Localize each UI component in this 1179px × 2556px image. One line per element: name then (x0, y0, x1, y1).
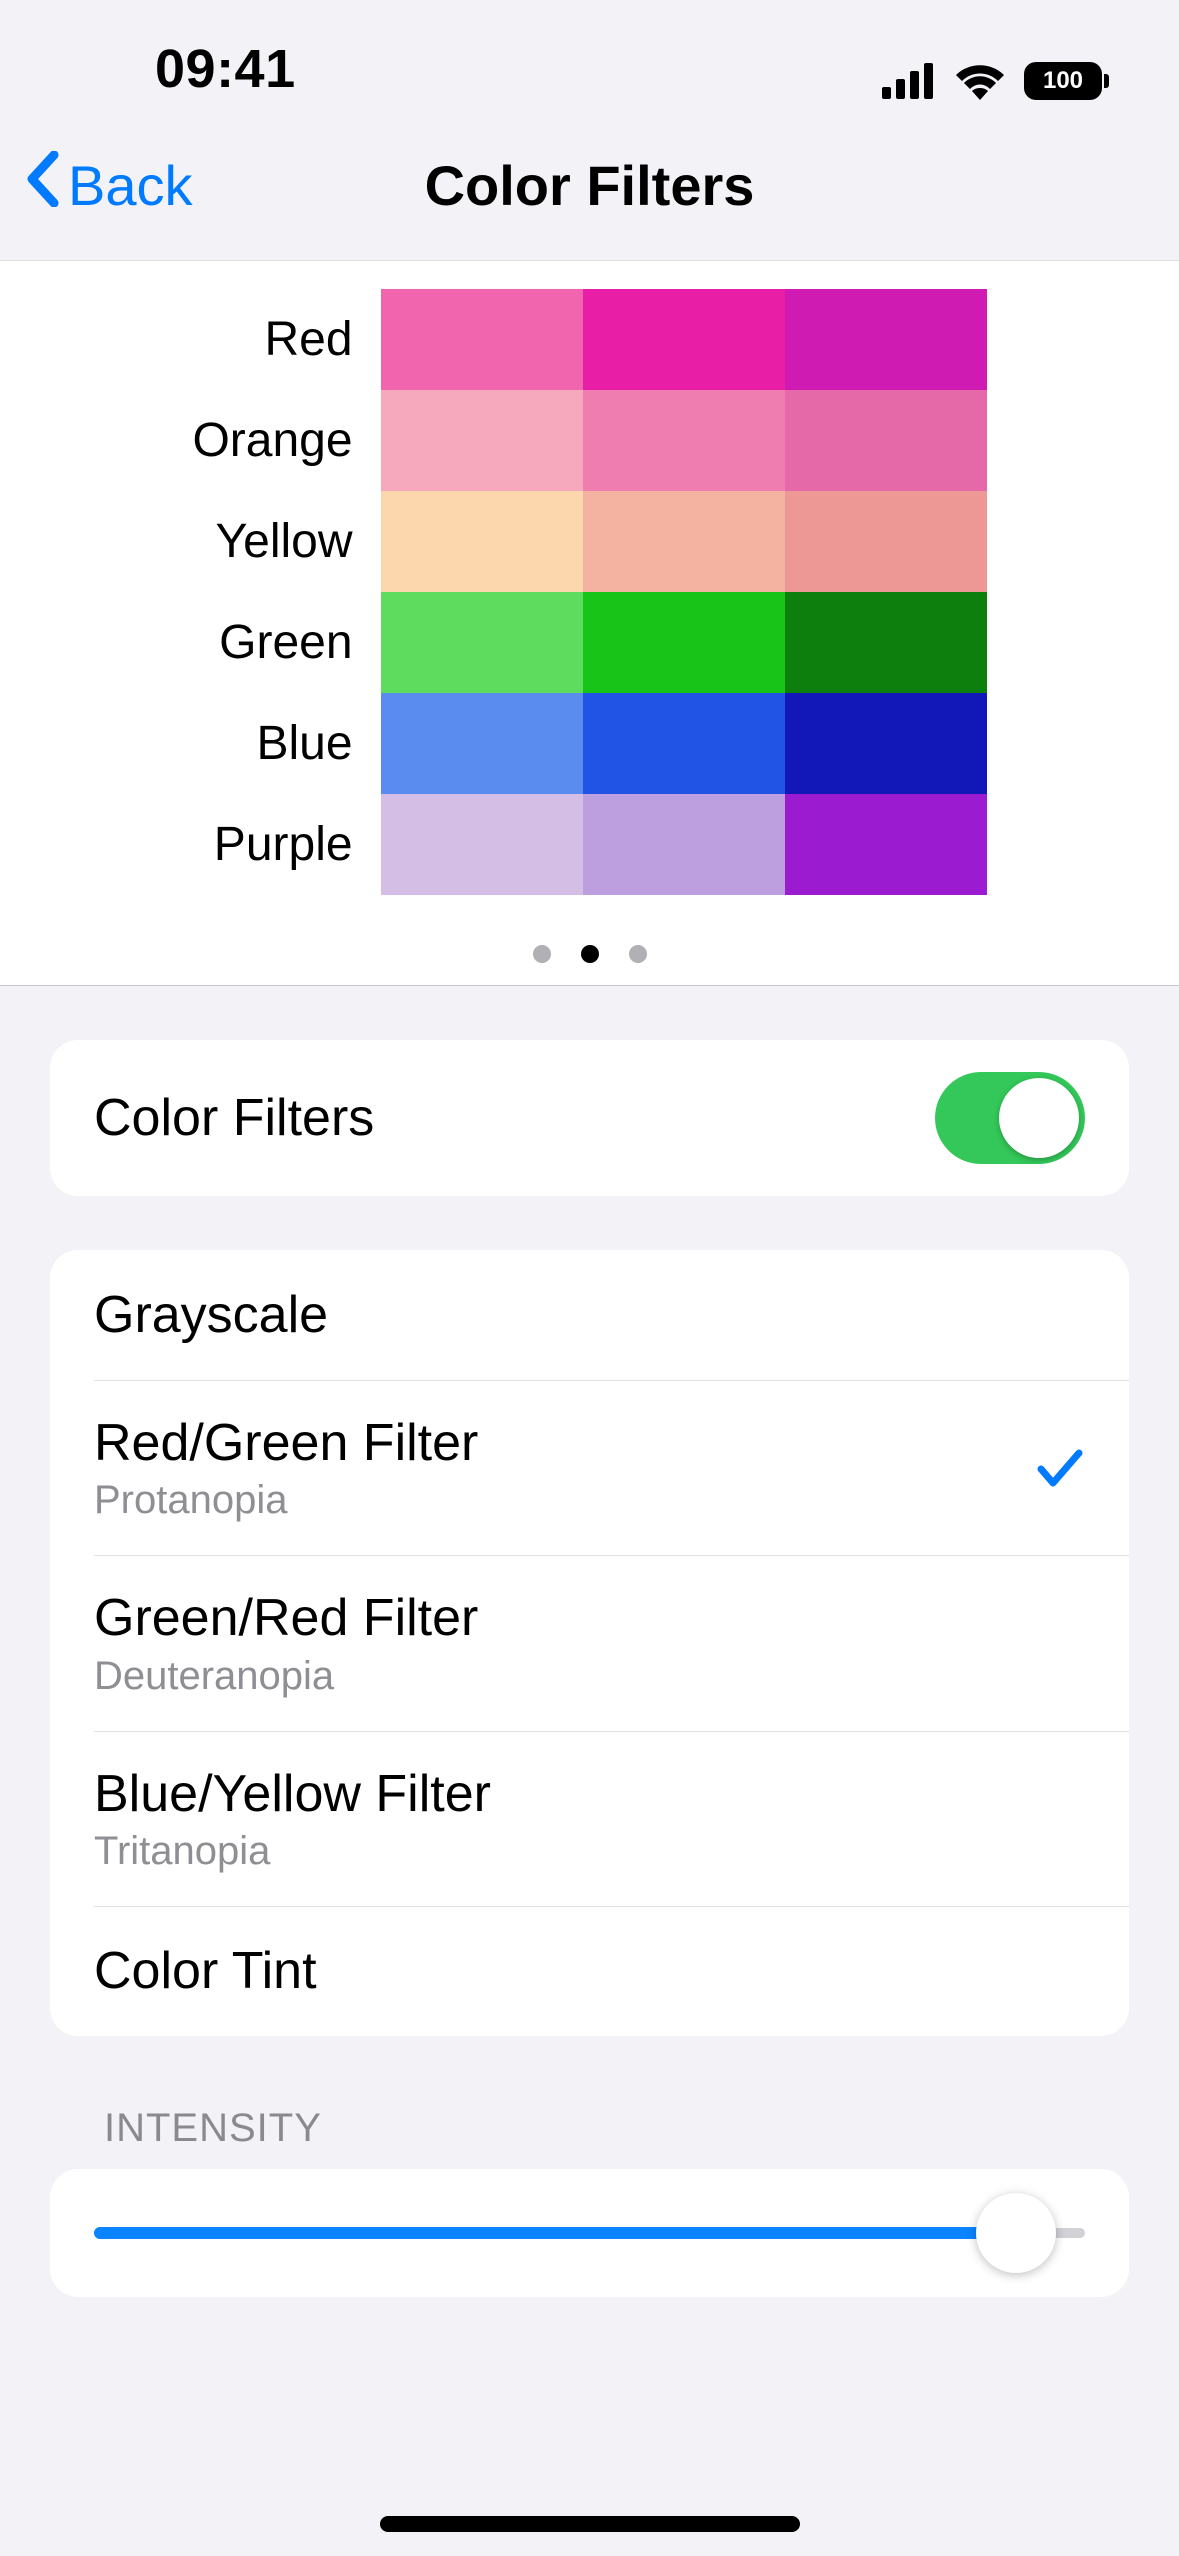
filter-option-title: Blue/Yellow Filter (94, 1763, 1085, 1825)
color-row-label: Purple (192, 794, 352, 895)
color-row-label: Blue (192, 693, 352, 794)
filter-option-subtitle: Protanopia (94, 1478, 1035, 1523)
page-dot[interactable] (533, 945, 551, 963)
color-filters-toggle-group: Color Filters (50, 1040, 1129, 1196)
filter-option[interactable]: Red/Green FilterProtanopia (50, 1380, 1129, 1555)
color-filters-toggle-row: Color Filters (50, 1040, 1129, 1196)
filter-option[interactable]: Grayscale (50, 1250, 1129, 1380)
color-swatch (381, 693, 583, 794)
chevron-left-icon (24, 151, 60, 220)
color-swatch (785, 491, 987, 592)
color-swatch (381, 289, 583, 390)
filter-option-title: Red/Green Filter (94, 1412, 1035, 1474)
color-swatch (785, 693, 987, 794)
status-bar: 09:41 100 (0, 0, 1179, 110)
page-indicator[interactable] (0, 945, 1179, 963)
color-filters-toggle[interactable] (935, 1072, 1085, 1164)
filter-option[interactable]: Blue/Yellow FilterTritanopia (50, 1731, 1129, 1906)
page-dot[interactable] (629, 945, 647, 963)
color-swatch (381, 491, 583, 592)
status-icons: 100 (882, 62, 1119, 100)
filter-option-subtitle: Deuteranopia (94, 1654, 1085, 1699)
color-swatch (785, 289, 987, 390)
cellular-icon (882, 63, 936, 99)
color-row-label: Yellow (192, 491, 352, 592)
intensity-slider-group (50, 2169, 1129, 2297)
color-swatch (583, 592, 785, 693)
filter-option-subtitle: Tritanopia (94, 1829, 1085, 1874)
color-swatch (583, 693, 785, 794)
filter-option[interactable]: Green/Red Filter Deuteranopia (50, 1555, 1129, 1730)
back-label: Back (68, 153, 193, 218)
color-row-labels: RedOrangeYellowGreenBluePurple (192, 289, 352, 895)
home-indicator (380, 2516, 800, 2532)
color-swatch-grid[interactable] (381, 289, 987, 895)
color-swatch (785, 794, 987, 895)
intensity-header: INTENSITY (104, 2106, 1129, 2151)
color-swatch (381, 390, 583, 491)
filter-mode-group: GrayscaleRed/Green FilterProtanopiaGreen… (50, 1250, 1129, 2036)
color-row-label: Green (192, 592, 352, 693)
nav-bar: Back Color Filters (0, 110, 1179, 260)
page-dot[interactable] (581, 945, 599, 963)
color-swatch (785, 390, 987, 491)
color-swatch (583, 491, 785, 592)
filter-option-title: Green/Red Filter (94, 1587, 1085, 1649)
color-swatch (381, 592, 583, 693)
checkmark-icon (1035, 1443, 1085, 1493)
status-time: 09:41 (60, 38, 296, 100)
filter-option[interactable]: Color Tint (50, 1906, 1129, 2036)
toggle-label: Color Filters (94, 1087, 935, 1149)
wifi-icon (954, 62, 1006, 100)
color-swatch (381, 794, 583, 895)
color-swatch (583, 794, 785, 895)
color-preview-section: RedOrangeYellowGreenBluePurple (0, 260, 1179, 986)
filter-option-title: Color Tint (94, 1940, 1085, 2002)
color-swatch (583, 289, 785, 390)
color-swatch (785, 592, 987, 693)
filter-option-title: Grayscale (94, 1284, 1085, 1346)
back-button[interactable]: Back (24, 151, 193, 220)
color-row-label: Orange (192, 390, 352, 491)
color-row-label: Red (192, 289, 352, 390)
battery-icon: 100 (1024, 62, 1109, 100)
color-swatch (583, 390, 785, 491)
intensity-slider[interactable] (94, 2203, 1085, 2263)
